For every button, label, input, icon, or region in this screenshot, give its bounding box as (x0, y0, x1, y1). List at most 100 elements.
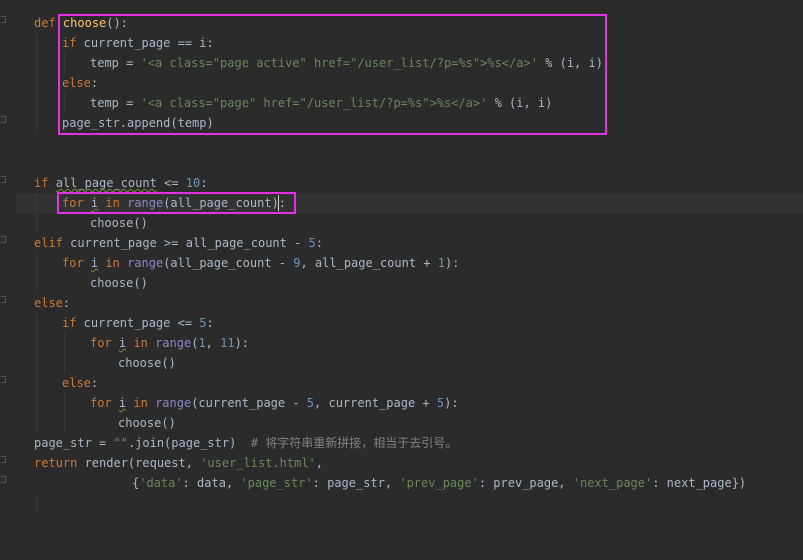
code-line[interactable]: else: (34, 293, 70, 313)
code-token: temp = (90, 96, 141, 110)
builtin-token: range (127, 256, 164, 270)
code-line[interactable]: return render(request, 'user_list.html', (34, 453, 323, 473)
keyword-token: in (133, 396, 148, 410)
number-token: 5 (436, 396, 445, 410)
keyword-token: if (62, 36, 77, 50)
keyword-token: elif (34, 236, 63, 250)
code-token: i (90, 196, 99, 210)
string-token: 'page_str' (240, 476, 313, 490)
keyword-token: if (34, 176, 49, 190)
code-token: ): (445, 256, 460, 270)
code-token: % (i, i) (487, 96, 553, 110)
code-line[interactable]: page_str = "".join(page_str) # 将字符串重新拼接，… (34, 433, 457, 453)
keyword-token: else (62, 76, 91, 90)
number-token: 1 (437, 256, 445, 270)
fold-marker-icon[interactable] (1, 176, 6, 183)
code-line[interactable]: for i in range(current_page - 5, current… (90, 393, 459, 413)
code-token: i (118, 396, 127, 410)
code-line[interactable]: for i in range(all_page_count): (62, 193, 286, 213)
code-token: i (118, 336, 127, 350)
number-token: 10 (185, 176, 201, 190)
keyword-token: for (62, 256, 84, 270)
indent-guide (36, 253, 37, 293)
code-token: : (62, 296, 71, 310)
code-token: , all_page_count + (300, 256, 438, 270)
keyword-token: return (34, 456, 78, 470)
string-token: "" (113, 436, 128, 450)
code-line[interactable]: choose() (90, 273, 148, 293)
keyword-token: if (62, 316, 77, 330)
indent-guide (36, 193, 37, 233)
code-token: (current_page - (191, 396, 307, 410)
fold-marker-icon[interactable] (1, 296, 6, 303)
number-token: 11 (220, 336, 235, 350)
string-token: 'user_list.html' (200, 456, 316, 470)
code-line[interactable]: for i in range(all_page_count - 9, all_p… (62, 253, 459, 273)
comment-token: # 将字符串重新拼接，相当于去引号。 (250, 436, 458, 450)
code-line[interactable]: if all_page_count <= 10: (34, 173, 207, 193)
code-token: : page_str, (312, 476, 400, 490)
indent-guide (36, 33, 37, 133)
code-token: ): (444, 396, 459, 410)
code-line[interactable]: choose() (118, 353, 176, 373)
code-token: , current_page + (314, 396, 437, 410)
code-token: (): (106, 16, 128, 30)
keyword-token: for (90, 336, 112, 350)
string-token: 'data' (139, 476, 183, 490)
keyword-token: in (133, 336, 148, 350)
code-token: page_str.append(temp) (62, 116, 214, 130)
fold-marker-icon[interactable] (1, 456, 6, 463)
code-token: choose() (90, 276, 148, 290)
code-line[interactable]: for i in range(1, 11): (90, 333, 249, 353)
code-line[interactable]: temp = '<a class="page active" href="/us… (90, 53, 603, 73)
indent-guide (36, 313, 37, 433)
fold-marker-icon[interactable] (1, 236, 6, 243)
fold-marker-icon[interactable] (1, 476, 6, 483)
code-token: current_page == i: (76, 36, 214, 50)
code-token: , (205, 336, 221, 350)
code-token: render(request, (77, 456, 201, 470)
code-token: page_str = (34, 436, 114, 450)
number-token: 5 (306, 396, 315, 410)
code-token: choose() (118, 356, 176, 370)
code-line[interactable]: page_str.append(temp) (62, 113, 214, 133)
code-token: current_page >= all_page_count - (62, 236, 309, 250)
string-token: '<a class="page active" href="/user_list… (140, 56, 538, 70)
code-token: : (315, 236, 324, 250)
builtin-token: range (127, 196, 164, 210)
builtin-token: range (155, 336, 192, 350)
fold-marker-icon[interactable] (1, 376, 6, 383)
code-line[interactable]: temp = '<a class="page" href="/user_list… (90, 93, 552, 113)
code-line[interactable]: else: (62, 373, 98, 393)
fold-marker-icon[interactable] (1, 116, 6, 123)
code-line[interactable]: else: (62, 73, 98, 93)
string-token: 'prev_page' (399, 476, 479, 490)
code-token: : (90, 76, 99, 90)
code-line[interactable]: if current_page == i: (62, 33, 214, 53)
function-name-token: choose (62, 16, 107, 30)
builtin-token: range (155, 396, 192, 410)
fold-marker-icon[interactable] (1, 16, 6, 23)
code-token: : (90, 376, 99, 390)
code-token: : data, (182, 476, 241, 490)
code-line[interactable]: def choose(): (34, 13, 128, 33)
code-token: <= (156, 176, 186, 190)
code-line[interactable]: if current_page <= 5: (62, 313, 214, 333)
code-line[interactable]: {'data': data, 'page_str': page_str, 'pr… (132, 473, 746, 493)
keyword-token: for (62, 196, 84, 210)
code-editor[interactable]: def choose(): if current_page == i: temp… (0, 0, 803, 560)
text-cursor (278, 195, 279, 211)
code-token: : (206, 316, 214, 330)
code-line[interactable]: choose() (90, 213, 148, 233)
indent-guide (64, 93, 65, 113)
code-line[interactable]: elif current_page >= all_page_count - 5: (34, 233, 323, 253)
keyword-token: in (105, 256, 120, 270)
number-token: 5 (199, 316, 207, 330)
number-token: 5 (308, 236, 316, 250)
keyword-token: in (105, 196, 120, 210)
code-token: : prev_page, (478, 476, 573, 490)
editor-gutter[interactable] (0, 0, 16, 560)
indent-guide (64, 53, 65, 73)
code-line[interactable]: choose() (118, 413, 176, 433)
code-token: choose() (118, 416, 176, 430)
